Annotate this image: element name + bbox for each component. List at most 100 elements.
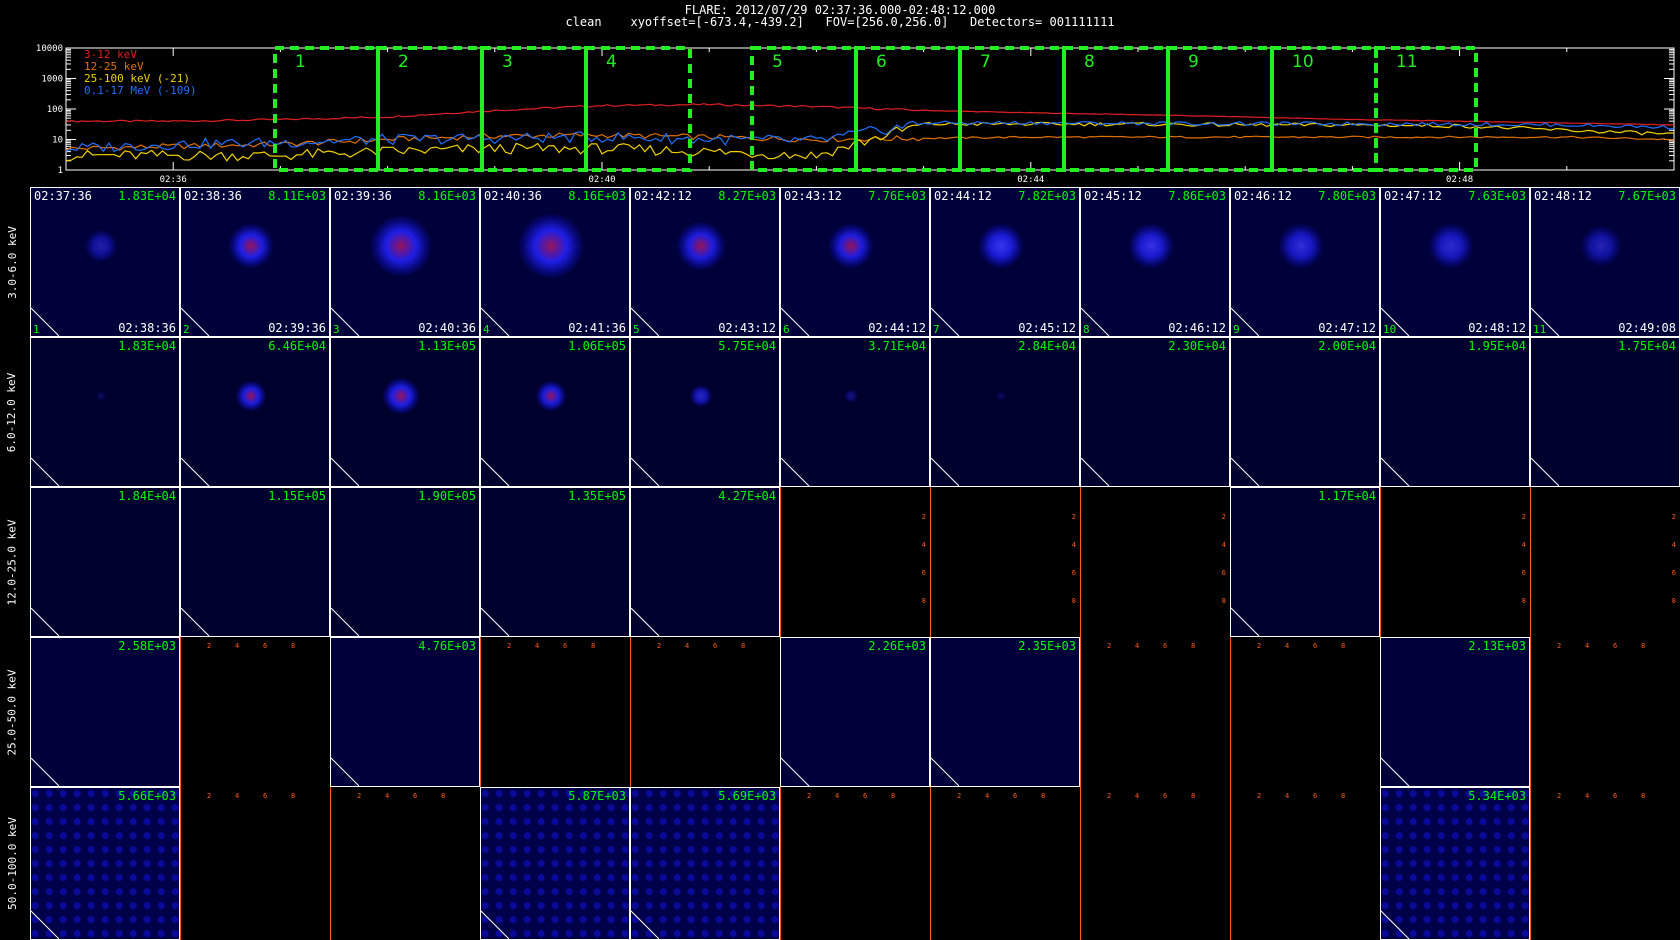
axis-tick-label: 2 xyxy=(807,792,812,800)
interval-box xyxy=(376,46,484,172)
x-tick-label: 02:36 xyxy=(160,175,187,185)
legend-entry: 0.1-17 MeV (-109) xyxy=(84,84,197,97)
peak-value-label: 1.15E+05 xyxy=(268,489,326,503)
axis-tick-label: 6 xyxy=(1313,642,1318,650)
limb-line xyxy=(1381,910,1410,939)
axis-tick-label: 6 xyxy=(1071,569,1076,577)
limb-line xyxy=(31,457,60,486)
empty-image-panel: 2 4 6 8 xyxy=(1080,787,1230,940)
interval-box xyxy=(750,46,858,172)
axis-tick-label: 6 xyxy=(1313,792,1318,800)
limb-line xyxy=(781,757,810,786)
axis-tick-label: 6 xyxy=(1163,792,1168,800)
axis-tick-label: 4 xyxy=(1585,792,1590,800)
peak-value-label: 1.90E+05 xyxy=(418,489,476,503)
interval-label: 7 xyxy=(980,52,991,72)
empty-image-panel: 2 4 6 8 xyxy=(180,787,330,940)
start-time-label: 02:47:12 xyxy=(1384,189,1442,203)
image-panel: 7.80E+03 02:46:12 02:47:12 9 xyxy=(1230,187,1380,337)
source-blob xyxy=(1279,224,1323,268)
axis-tick-label: 2 xyxy=(1107,642,1112,650)
axis-tick-label: 2 xyxy=(921,513,926,521)
interval-box xyxy=(854,46,962,172)
start-time-label: 02:46:12 xyxy=(1234,189,1292,203)
peak-value-label: 7.76E+03 xyxy=(868,189,926,203)
peak-value-label: 8.27E+03 xyxy=(718,189,776,203)
image-panel: 7.67E+03 02:48:12 02:49:08 11 xyxy=(1530,187,1680,337)
peak-value-label: 5.66E+03 xyxy=(118,789,176,803)
interval-label: 4 xyxy=(606,52,617,72)
empty-image-panel: 2 4 6 8 xyxy=(630,637,780,787)
peak-value-label: 5.87E+03 xyxy=(568,789,626,803)
limb-line xyxy=(631,607,660,636)
axis-tick-label: 6 xyxy=(263,642,268,650)
limb-line xyxy=(781,457,810,486)
image-panel: 1.35E+05 xyxy=(480,487,630,637)
start-time-label: 02:38:36 xyxy=(184,189,242,203)
x-tick-label: 02:40 xyxy=(588,175,615,185)
interval-index-label: 11 xyxy=(1533,323,1547,336)
series-line xyxy=(65,132,1675,151)
axis-tick-label: 6 xyxy=(263,792,268,800)
empty-image-panel: 2 4 6 8 xyxy=(930,487,1080,637)
axis-tick-label: 8 xyxy=(1671,597,1676,605)
interval-index-label: 10 xyxy=(1383,323,1397,336)
source-blob xyxy=(1129,224,1173,268)
axis-tick-label: 2 xyxy=(1107,792,1112,800)
axis-tick-label: 4 xyxy=(1521,541,1526,549)
empty-image-panel: 2 4 6 8 xyxy=(1530,487,1680,637)
axis-tick-label: 6 xyxy=(1221,569,1226,577)
axis-tick-label: 8 xyxy=(1341,792,1346,800)
image-panel: 1.84E+04 xyxy=(30,487,180,637)
peak-value-label: 5.34E+03 xyxy=(1468,789,1526,803)
peak-value-label: 2.26E+03 xyxy=(868,639,926,653)
source-blob xyxy=(677,222,725,270)
empty-image-panel: 2 4 6 8 xyxy=(1230,787,1380,940)
image-panel: 5.75E+04 xyxy=(630,337,780,487)
interval-label: 10 xyxy=(1292,52,1314,72)
axis-tick-label: 2 xyxy=(1071,513,1076,521)
interval-index-label: 9 xyxy=(1233,323,1240,336)
axis-tick-label: 6 xyxy=(1521,569,1526,577)
peak-value-label: 4.76E+03 xyxy=(418,639,476,653)
interval-index-label: 3 xyxy=(333,323,340,336)
axis-tick-label: 6 xyxy=(921,569,926,577)
axis-tick-label: 4 xyxy=(235,792,240,800)
axis-tick-label: 2 xyxy=(207,642,212,650)
image-panel: 8.16E+03 02:39:36 02:40:36 3 xyxy=(330,187,480,337)
peak-value-label: 8.16E+03 xyxy=(418,189,476,203)
axis-tick-label: 8 xyxy=(441,792,446,800)
end-time-label: 02:41:36 xyxy=(568,321,626,335)
axis-tick-label: 4 xyxy=(985,792,990,800)
image-panel: 7.76E+03 02:43:12 02:44:12 6 xyxy=(780,187,930,337)
limb-line xyxy=(631,457,660,486)
image-panel: 2.35E+03 xyxy=(930,637,1080,787)
axis-tick-label: 8 xyxy=(921,597,926,605)
peak-value-label: 8.16E+03 xyxy=(568,189,626,203)
axis-tick-label: 8 xyxy=(1191,642,1196,650)
axis-tick-label: 2 xyxy=(207,792,212,800)
axis-tick-label: 6 xyxy=(863,792,868,800)
peak-value-label: 1.17E+04 xyxy=(1318,489,1376,503)
start-time-label: 02:43:12 xyxy=(784,189,842,203)
axis-tick-label: 4 xyxy=(1671,541,1676,549)
image-panel: 5.34E+03 xyxy=(1380,787,1530,940)
interval-index-label: 4 xyxy=(483,323,490,336)
axis-tick-label: 6 xyxy=(1163,642,1168,650)
source-blob xyxy=(996,391,1006,401)
axis-tick-label: 2 xyxy=(1557,792,1562,800)
image-panel: 5.87E+03 xyxy=(480,787,630,940)
energy-row-label-text: 12.0-25.0 keV xyxy=(5,518,19,606)
limb-line xyxy=(31,607,60,636)
image-panel: 1.75E+04 xyxy=(1530,337,1680,487)
axis-tick-label: 6 xyxy=(1613,792,1618,800)
image-panel: 1.06E+05 xyxy=(480,337,630,487)
lightcurve-chart: 10000100010010102:36 02:40 02:44 02:483-12 … xyxy=(36,44,1675,185)
energy-row-label-text: 25.0-50.0 keV xyxy=(5,668,19,756)
axis-tick-label: 8 xyxy=(291,792,296,800)
empty-image-panel: 2 4 6 8 xyxy=(330,787,480,940)
axis-tick-label: 4 xyxy=(1285,642,1290,650)
interval-label: 8 xyxy=(1084,52,1095,72)
source-blob xyxy=(1581,226,1621,266)
axis-tick-label: 8 xyxy=(741,642,746,650)
